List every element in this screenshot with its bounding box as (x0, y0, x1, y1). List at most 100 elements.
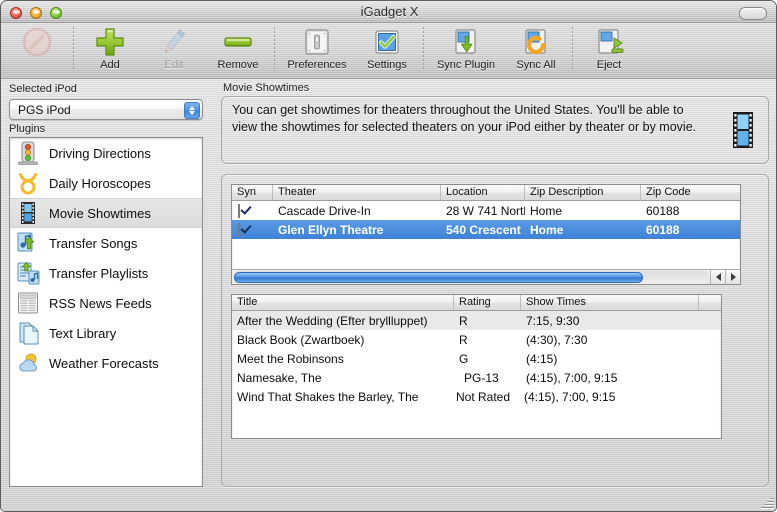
plus-icon (94, 26, 126, 58)
column-header-theater[interactable]: Theater (273, 185, 441, 200)
toolbar-separator (274, 27, 275, 71)
sync-all-button[interactable]: Sync All (504, 23, 568, 77)
column-header-zip-description[interactable]: Zip Description (525, 185, 641, 200)
documents-icon (15, 320, 41, 346)
movie-times-cell: (4:30), 7:30 (526, 332, 588, 347)
sync-checkbox[interactable] (238, 203, 240, 218)
ipod-popup-button[interactable]: PGS iPod (9, 99, 203, 120)
preferences-button[interactable]: Preferences (279, 23, 355, 77)
transfer-playlists-icon (15, 260, 41, 286)
zip-description-cell: Home (530, 222, 564, 237)
toolbar-toggle-button[interactable] (739, 7, 767, 20)
sidebar-item-transfer-songs[interactable]: Transfer Songs (10, 228, 202, 258)
toolbar-separator (572, 27, 573, 71)
sidebar-item-label: Transfer Songs (49, 235, 138, 251)
toolbar: Add Edit Remove Preferences Settings Syn… (1, 23, 776, 79)
column-header-syn[interactable]: Syn (232, 185, 273, 200)
zip-code-cell: 60188 (646, 222, 680, 237)
movie-times-cell: 7:15, 9:30 (526, 313, 580, 328)
scroll-right-arrow[interactable] (725, 270, 740, 284)
sync-all-refresh-icon (520, 26, 552, 58)
table-row[interactable]: Glen Ellyn Theatre 540 Crescent Home 601… (232, 220, 740, 239)
minus-icon (222, 26, 254, 58)
sidebar-item-label: RSS News Feeds (49, 295, 152, 311)
movie-rating-cell: R (459, 332, 468, 347)
movie-rating-cell: Not Rated (456, 389, 511, 404)
remove-button[interactable]: Remove (206, 23, 270, 77)
app-window: iGadget X Add Edit Remove Preferences Se… (0, 0, 777, 512)
movie-title-cell: Meet the Robinsons (237, 351, 344, 366)
pencil-icon (158, 26, 190, 58)
remove-label: Remove (217, 59, 259, 71)
zip-description-cell: Home (530, 203, 563, 218)
description-text: You can get showtimes for theaters throu… (232, 103, 697, 134)
horizontal-scrollbar[interactable] (232, 269, 740, 284)
sidebar-item-movie-showtimes[interactable]: Movie Showtimes (10, 198, 202, 228)
movie-rating-cell: PG-13 (464, 370, 499, 385)
plugins-label: Plugins (9, 123, 46, 135)
sidebar-item-driving-directions[interactable]: Driving Directions (10, 138, 202, 168)
movie-title-cell: Wind That Shakes the Barley, The (237, 389, 419, 404)
column-header-zip-code[interactable]: Zip Code (641, 185, 740, 200)
theaters-table-body: Cascade Drive-In 28 W 741 North Home 601… (232, 201, 740, 239)
sun-cloud-icon (15, 350, 41, 376)
sync-all-label: Sync All (516, 59, 556, 71)
movie-times-cell: (4:15) (526, 351, 558, 366)
movie-rating-cell: R (459, 313, 468, 328)
ipod-popup-value: PGS iPod (18, 103, 71, 117)
movies-table-header: Title Rating Show Times (232, 295, 721, 311)
sidebar-item-text-library[interactable]: Text Library (10, 318, 202, 348)
theaters-table[interactable]: Syn Theater Location Zip Description Zip… (231, 184, 741, 285)
sync-plugin-download-icon (450, 26, 482, 58)
movies-table[interactable]: Title Rating Show Times After the Weddin… (231, 294, 722, 439)
taurus-zodiac-icon (15, 170, 41, 196)
content-area: Selected iPod PGS iPod Plugins Driving D… (1, 79, 776, 511)
sidebar-item-label: Driving Directions (49, 145, 151, 161)
column-header-rating[interactable]: Rating (454, 295, 521, 310)
preferences-icon (301, 26, 333, 58)
eject-button[interactable]: Eject (577, 23, 641, 77)
sidebar-item-label: Daily Horoscopes (49, 175, 151, 191)
table-row[interactable]: After the Wedding (Efter bryllluppet) R … (232, 311, 721, 330)
column-header-show-times[interactable]: Show Times (521, 295, 699, 310)
settings-button[interactable]: Settings (355, 23, 419, 77)
plugins-list[interactable]: Driving Directions Daily Horoscopes Movi… (9, 137, 203, 487)
sync-checkbox[interactable] (238, 222, 240, 237)
title-bar[interactable]: iGadget X (1, 1, 776, 23)
movie-title-cell: After the Wedding (Efter bryllluppet) (237, 313, 428, 328)
movie-times-cell: (4:15), 7:00, 9:15 (526, 370, 618, 385)
eject-label: Eject (596, 59, 622, 71)
transfer-songs-icon (15, 230, 41, 256)
scroll-left-arrow[interactable] (710, 270, 725, 284)
chevron-up-down-icon (184, 102, 200, 119)
scrollbar-thumb[interactable] (234, 271, 644, 283)
edit-button[interactable]: Edit (142, 23, 206, 77)
sync-checkbox-cell (232, 203, 273, 218)
column-header-title[interactable]: Title (232, 295, 454, 310)
column-header-location[interactable]: Location (441, 185, 525, 200)
add-button[interactable]: Add (78, 23, 142, 77)
prohibited-item[interactable] (5, 23, 69, 77)
tables-groupbox: Syn Theater Location Zip Description Zip… (221, 174, 769, 487)
triangle-right-icon (730, 273, 736, 281)
sidebar-item-rss-news-feeds[interactable]: RSS News Feeds (10, 288, 202, 318)
table-row[interactable]: Namesake, The PG-13 (4:15), 7:00, 9:15 (232, 368, 721, 387)
table-row[interactable]: Cascade Drive-In 28 W 741 North Home 601… (232, 201, 740, 220)
sidebar-item-label: Movie Showtimes (49, 205, 151, 221)
film-strip-icon (730, 111, 756, 154)
sidebar-item-transfer-playlists[interactable]: Transfer Playlists (10, 258, 202, 288)
table-row[interactable]: Black Book (Zwartboek) R (4:30), 7:30 (232, 330, 721, 349)
location-cell: 540 Crescent (446, 222, 521, 237)
toolbar-separator (423, 27, 424, 71)
table-row[interactable]: Wind That Shakes the Barley, The Not Rat… (232, 387, 721, 406)
traffic-light-icon (15, 140, 41, 166)
sync-plugin-button[interactable]: Sync Plugin (428, 23, 504, 77)
sidebar-item-label: Transfer Playlists (49, 265, 149, 281)
theaters-table-header: Syn Theater Location Zip Description Zip… (232, 185, 740, 201)
sidebar-item-weather-forecasts[interactable]: Weather Forecasts (10, 348, 202, 378)
scrollbar-track[interactable] (233, 270, 709, 284)
resize-grip[interactable] (760, 495, 774, 509)
sync-checkbox-cell (232, 222, 273, 237)
sidebar-item-daily-horoscopes[interactable]: Daily Horoscopes (10, 168, 202, 198)
table-row[interactable]: Meet the Robinsons G (4:15) (232, 349, 721, 368)
